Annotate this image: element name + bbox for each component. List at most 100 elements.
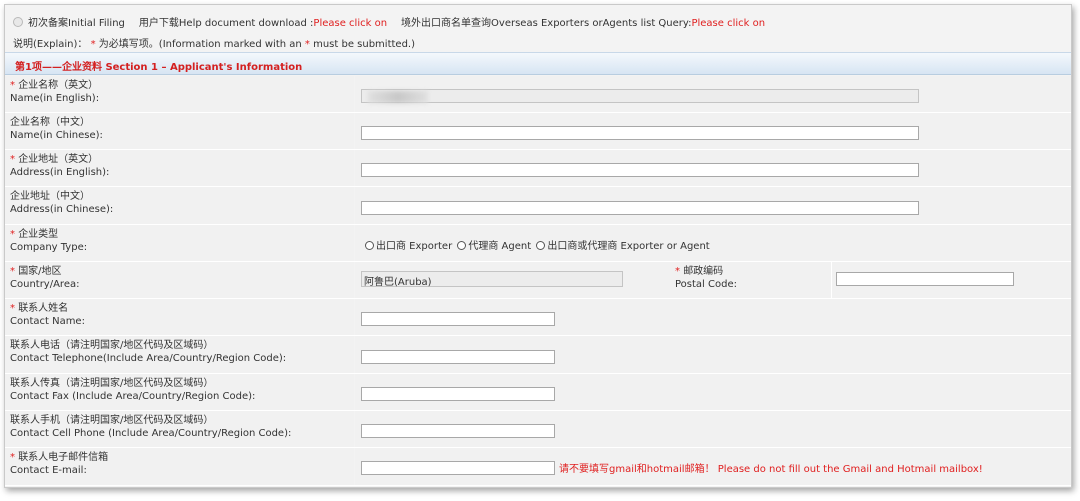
label-cn: 邮政编码 xyxy=(683,266,724,277)
address-english-label: * 企业地址（英文） Address(in English): xyxy=(5,150,354,186)
name-chinese-input[interactable] xyxy=(361,126,919,140)
contact-cell-phone-input[interactable] xyxy=(361,424,555,438)
postal-code-cell xyxy=(831,262,1071,298)
explain-note: 说明(Explain)： * 为必填写项。(Information marked… xyxy=(5,33,1071,51)
contact-name-label: * 联系人姓名 Contact Name: xyxy=(5,299,354,335)
row-address-english: * 企业地址（英文） Address(in English): xyxy=(5,150,1071,187)
help-download-link[interactable]: Please click on xyxy=(313,18,387,29)
address-chinese-input[interactable] xyxy=(361,201,919,215)
row-contact-name: * 联系人姓名 Contact Name: xyxy=(5,299,1071,336)
name-chinese-label: 企业名称（中文） Name(in Chinese): xyxy=(5,113,354,149)
address-chinese-label: 企业地址（中文） Address(in Chinese): xyxy=(5,187,354,224)
label-cn: 联系人电子邮件信箱 xyxy=(18,452,109,463)
name-english-label: * 企业名称（英文） Name(in English): xyxy=(5,76,354,112)
required-star: * xyxy=(10,80,15,91)
label-en: Country/Area: xyxy=(10,279,80,290)
contact-cell-phone-cell xyxy=(355,411,1071,447)
contact-fax-label: 联系人传真（请注明国家/地区代码及区域码） Contact Fax (Inclu… xyxy=(5,374,354,410)
label-en: Contact Telephone(Include Area/Country/R… xyxy=(10,353,287,364)
exporters-query-label: 境外出口商名单查询Overseas Exporters orAgents lis… xyxy=(401,18,692,29)
required-star: * xyxy=(90,39,96,50)
label-en: Name(in English): xyxy=(10,93,100,104)
explain-suffix: must be submitted.) xyxy=(313,39,415,50)
contact-fax-cell xyxy=(355,374,1071,410)
radio-exporter-label: 出口商 Exporter xyxy=(376,241,453,252)
contact-email-cell: 请不要填写gmail和hotmail邮箱！ Please do not fill… xyxy=(355,448,1071,485)
row-contact-cell-phone: 联系人手机（请注明国家/地区代码及区域码） Contact Cell Phone… xyxy=(5,411,1071,448)
help-download-label: 用户下载Help document download : xyxy=(138,18,314,29)
exporters-query-link[interactable]: Please click on xyxy=(691,18,765,29)
label-cn: 企业名称（英文） xyxy=(18,80,99,91)
label-cn: 企业类型 xyxy=(18,229,59,240)
contact-telephone-label: 联系人电话（请注明国家/地区代码及区域码） Contact Telephone(… xyxy=(5,336,354,373)
row-name-chinese: 企业名称（中文） Name(in Chinese): xyxy=(5,113,1071,150)
contact-fax-input[interactable] xyxy=(361,387,555,401)
contact-telephone-cell xyxy=(355,336,1071,373)
label-cn: 联系人电话（请注明国家/地区代码及区域码） xyxy=(10,340,214,351)
row-company-type: * 企业类型 Company Type: 出口商 Exporter 代理商 Ag… xyxy=(5,225,1071,262)
label-en: Company Type: xyxy=(10,242,88,253)
name-english-cell xyxy=(355,76,1071,112)
label-cn: 联系人传真（请注明国家/地区代码及区域码） xyxy=(10,378,214,389)
label-en: Contact Cell Phone (Include Area/Country… xyxy=(10,428,292,439)
contact-email-label: * 联系人电子邮件信箱 Contact E-mail: xyxy=(5,448,354,485)
row-contact-email: * 联系人电子邮件信箱 Contact E-mail: 请不要填写gmail和h… xyxy=(5,448,1071,486)
redacted-value xyxy=(368,91,428,103)
radio-exporter-or-agent-label: 出口商或代理商 Exporter or Agent xyxy=(547,241,710,252)
required-star: * xyxy=(10,266,15,277)
email-warning: 请不要填写gmail和hotmail邮箱！ Please do not fill… xyxy=(559,464,983,475)
row-name-english: * 企业名称（英文） Name(in English): xyxy=(5,76,1071,113)
row-contact-fax: 联系人传真（请注明国家/地区代码及区域码） Contact Fax (Inclu… xyxy=(5,374,1071,411)
label-en: Postal Code: xyxy=(675,279,737,290)
radio-agent[interactable] xyxy=(457,241,467,250)
row-contact-telephone: 联系人电话（请注明国家/地区代码及区域码） Contact Telephone(… xyxy=(5,336,1071,374)
explain-mid: 为必填写项。(Information marked with an xyxy=(98,39,302,50)
company-type-label: * 企业类型 Company Type: xyxy=(5,225,354,261)
radio-exporter[interactable] xyxy=(365,241,374,250)
required-star: * xyxy=(304,39,310,50)
required-star: * xyxy=(10,452,15,463)
required-star: * xyxy=(675,266,680,277)
label-en: Contact E-mail: xyxy=(10,465,87,476)
name-chinese-cell xyxy=(355,113,1071,149)
address-english-input[interactable] xyxy=(361,163,919,177)
required-star: * xyxy=(10,154,15,165)
explain-prefix: 说明(Explain)： xyxy=(13,39,88,50)
label-cn: 国家/地区 xyxy=(18,266,62,277)
company-type-cell: 出口商 Exporter 代理商 Agent 出口商或代理商 Exporter … xyxy=(355,225,1071,261)
label-en: Contact Name: xyxy=(10,316,85,327)
company-type-radio-group: 出口商 Exporter 代理商 Agent 出口商或代理商 Exporter … xyxy=(365,237,710,252)
required-star: * xyxy=(10,303,15,314)
row-address-chinese: 企业地址（中文） Address(in Chinese): xyxy=(5,187,1071,225)
radio-agent-label: 代理商 Agent xyxy=(468,241,532,252)
contact-name-input[interactable] xyxy=(361,312,555,326)
label-cn: 联系人手机（请注明国家/地区代码及区域码） xyxy=(10,415,214,426)
country-select[interactable]: 阿鲁巴(Aruba) xyxy=(361,271,623,288)
label-cn: 企业地址（英文） xyxy=(18,154,99,165)
address-english-cell xyxy=(355,150,1071,186)
contact-email-input[interactable] xyxy=(361,461,555,475)
label-cn: 企业地址（中文） xyxy=(10,191,90,202)
postal-code-label: * 邮政编码 Postal Code: xyxy=(675,265,825,301)
address-chinese-cell xyxy=(355,187,1071,224)
top-bar: 初次备案Initial Filing 用户下载Help document down… xyxy=(5,5,1071,33)
row-country: * 国家/地区 Country/Area: 阿鲁巴(Aruba) * 邮政编码 … xyxy=(5,262,1071,299)
contact-telephone-input[interactable] xyxy=(361,350,555,364)
label-cn: 企业名称（中文） xyxy=(10,117,90,128)
initial-filing-radio[interactable] xyxy=(13,17,23,27)
postal-code-input[interactable] xyxy=(836,272,1014,286)
contact-name-cell xyxy=(355,299,1071,335)
country-label: * 国家/地区 Country/Area: xyxy=(5,262,354,298)
form-frame: 初次备案Initial Filing 用户下载Help document down… xyxy=(4,4,1072,488)
label-cn: 联系人姓名 xyxy=(18,303,69,314)
label-en: Contact Fax (Include Area/Country/Region… xyxy=(10,391,256,402)
radio-exporter-or-agent[interactable] xyxy=(536,241,546,250)
contact-cell-phone-label: 联系人手机（请注明国家/地区代码及区域码） Contact Cell Phone… xyxy=(5,411,354,447)
country-cell: 阿鲁巴(Aruba) * 邮政编码 Postal Code: xyxy=(355,262,1071,298)
label-en: Name(in Chinese): xyxy=(10,130,103,141)
name-english-input[interactable] xyxy=(361,89,919,103)
section-header: 第1项——企业资料 Section 1 – Applicant's Inform… xyxy=(5,52,1071,75)
label-en: Address(in Chinese): xyxy=(10,204,114,215)
required-star: * xyxy=(10,229,15,240)
initial-filing-label: 初次备案Initial Filing xyxy=(28,18,125,29)
